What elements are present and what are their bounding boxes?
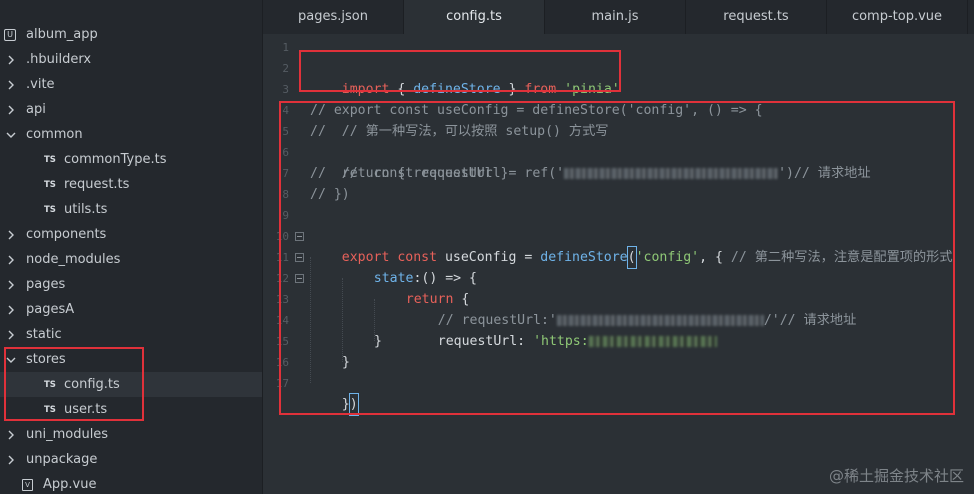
vue-file-icon: V bbox=[22, 478, 33, 491]
folder-item[interactable]: components bbox=[0, 222, 262, 247]
tree-item-label: App.vue bbox=[43, 477, 97, 492]
line-number: 1 bbox=[282, 41, 289, 54]
tree-item-label: utils.ts bbox=[64, 202, 108, 217]
chevron-right-icon[interactable] bbox=[4, 453, 18, 467]
typescript-file-icon: TS bbox=[44, 204, 56, 215]
folder-item[interactable]: uni_modules bbox=[0, 422, 262, 447]
import-highlight-box bbox=[299, 50, 621, 92]
tree-item-label: commonType.ts bbox=[64, 152, 167, 167]
tree-item-label: unpackage bbox=[26, 452, 98, 467]
tab-comp-top-vue[interactable]: comp-top.vue bbox=[827, 0, 968, 34]
tree-item-label: static bbox=[26, 327, 62, 342]
folder-item[interactable]: node_modules bbox=[0, 247, 262, 272]
folder-item[interactable]: .hbuilderx bbox=[0, 47, 262, 72]
file-item[interactable]: V App.vue bbox=[0, 472, 262, 494]
tree-item-label: pages bbox=[26, 277, 66, 292]
project-root[interactable]: U album_app bbox=[0, 22, 262, 47]
folder-item[interactable]: api bbox=[0, 97, 262, 122]
code-editor[interactable]: 1 2 3 4 5 6 7 8 9 10 11 12 13 14 15 16 17 import { defin… bbox=[263, 34, 974, 494]
stores-highlight-box bbox=[4, 347, 144, 421]
tree-item-label: api bbox=[26, 102, 46, 117]
editor-tab-bar: pages.json config.ts main.js request.ts … bbox=[263, 0, 974, 34]
chevron-right-icon[interactable] bbox=[4, 78, 18, 92]
typescript-file-icon: TS bbox=[44, 154, 56, 165]
folder-item[interactable]: .vite bbox=[0, 72, 262, 97]
project-root-label: album_app bbox=[26, 27, 98, 42]
tab-config-ts[interactable]: config.ts bbox=[404, 0, 545, 34]
folder-item[interactable]: static bbox=[0, 322, 262, 347]
line-number: 2 bbox=[282, 62, 289, 75]
tab-pages-json[interactable]: pages.json bbox=[263, 0, 404, 34]
folder-item[interactable]: pagesA bbox=[0, 297, 262, 322]
store-code-highlight-box bbox=[279, 101, 955, 415]
chevron-right-icon[interactable] bbox=[4, 303, 18, 317]
folder-item[interactable]: unpackage bbox=[0, 447, 262, 472]
tree-item-label: uni_modules bbox=[26, 427, 109, 442]
tree-item-label: node_modules bbox=[26, 252, 121, 267]
chevron-right-icon[interactable] bbox=[4, 428, 18, 442]
typescript-file-icon: TS bbox=[44, 179, 56, 190]
file-item[interactable]: TS utils.ts bbox=[0, 197, 262, 222]
chevron-right-icon[interactable] bbox=[4, 103, 18, 117]
chevron-right-icon[interactable] bbox=[4, 53, 18, 67]
chevron-right-icon[interactable] bbox=[4, 253, 18, 267]
file-explorer: U album_app .hbuilderx .vite api common TS co… bbox=[0, 0, 263, 494]
folder-item[interactable]: common bbox=[0, 122, 262, 147]
tree-item-label: components bbox=[26, 227, 107, 242]
chevron-right-icon[interactable] bbox=[4, 278, 18, 292]
tab-request-ts[interactable]: request.ts bbox=[686, 0, 827, 34]
project-icon: U bbox=[4, 28, 16, 41]
line-number: 3 bbox=[282, 83, 289, 96]
watermark: @稀土掘金技术社区 bbox=[828, 467, 964, 485]
file-item[interactable]: TS request.ts bbox=[0, 172, 262, 197]
chevron-right-icon[interactable] bbox=[4, 328, 18, 342]
tab-main-js[interactable]: main.js bbox=[545, 0, 686, 34]
chevron-down-icon[interactable] bbox=[4, 128, 18, 142]
tree-item-label: pagesA bbox=[26, 302, 75, 317]
tree-item-label: request.ts bbox=[64, 177, 130, 192]
tree-item-label: .vite bbox=[26, 77, 55, 92]
tree-item-label: .hbuilderx bbox=[26, 52, 92, 67]
file-item[interactable]: TS commonType.ts bbox=[0, 147, 262, 172]
chevron-right-icon[interactable] bbox=[4, 228, 18, 242]
tree-item-label: common bbox=[26, 127, 83, 142]
folder-item[interactable]: pages bbox=[0, 272, 262, 297]
